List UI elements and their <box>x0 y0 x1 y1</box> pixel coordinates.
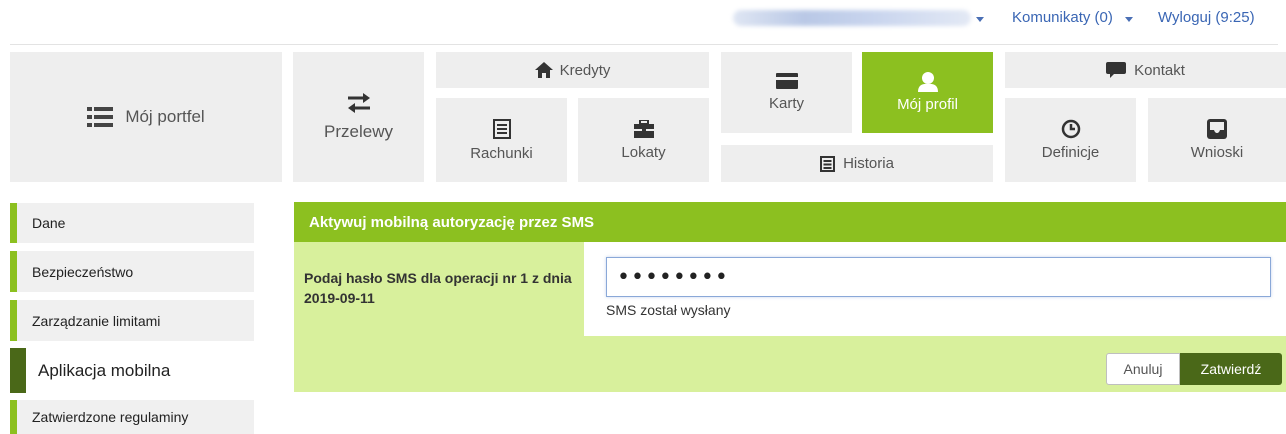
user-icon <box>917 72 938 92</box>
sms-password-label: Podaj hasło SMS dla operacji nr 1 z dnia… <box>304 270 572 306</box>
sidebar-item-label: Zarządzanie limitami <box>32 312 161 329</box>
transfer-arrows-icon <box>346 92 372 114</box>
list-icon <box>87 106 114 128</box>
logout-link[interactable]: Wyloguj (9:25) <box>1158 9 1255 26</box>
nav-definitions[interactable]: Definicje <box>1005 98 1136 182</box>
nav-credits-label: Kredyty <box>559 61 611 79</box>
user-name-blurred[interactable] <box>733 10 971 26</box>
clock-icon <box>1061 119 1081 139</box>
nav-my-portfolio[interactable]: Mój portfel <box>10 52 282 182</box>
sidebar-item-label: Zatwierdzone regulaminy <box>32 409 189 425</box>
nav-contact-label: Kontakt <box>1134 61 1185 79</box>
cancel-button[interactable]: Anuluj <box>1106 353 1180 385</box>
sidebar-item-data[interactable]: Dane <box>10 203 254 243</box>
sidebar-item-label: Aplikacja mobilna <box>38 360 171 380</box>
user-menu-chevron-icon[interactable] <box>976 17 984 22</box>
nav-definitions-label: Definicje <box>1041 144 1100 161</box>
sidebar-item-label: Bezpieczeństwo <box>32 263 134 280</box>
chat-icon <box>1106 62 1127 78</box>
nav-credits[interactable]: Kredyty <box>436 52 709 88</box>
nav-cards-label: Karty <box>768 95 804 112</box>
top-bar: Komunikaty (0) Wyloguj (9:25) <box>0 0 1286 44</box>
nav-history-label: Historia <box>843 155 894 172</box>
sms-status-text: SMS został wysłany <box>606 302 731 318</box>
card-icon <box>775 73 798 89</box>
nav-deposits-label: Lokaty <box>621 143 666 161</box>
nav-my-portfolio-label: Mój portfel <box>125 107 205 126</box>
home-icon <box>534 62 553 78</box>
nav-my-profile-label: Mój profil <box>897 96 958 113</box>
nav-my-profile[interactable]: Mój profil <box>862 52 993 133</box>
nav-applications[interactable]: Wnioski <box>1148 98 1286 182</box>
sidebar-item-label: Dane <box>32 215 66 231</box>
nav-accounts[interactable]: Rachunki <box>436 98 567 182</box>
inbox-icon <box>1207 119 1227 139</box>
document-icon <box>492 118 511 139</box>
sidebar-item-mobile-app[interactable]: Aplikacja mobilna <box>10 348 254 393</box>
sms-password-input[interactable] <box>606 257 1271 297</box>
nav-cards[interactable]: Karty <box>721 52 852 133</box>
confirm-button[interactable]: Zatwierdź <box>1180 353 1282 385</box>
briefcase-icon <box>633 119 654 138</box>
nav-contact[interactable]: Kontakt <box>1005 52 1286 88</box>
sidebar-item-limits[interactable]: Zarządzanie limitami <box>10 300 254 341</box>
panel-header: Aktywuj mobilną autoryzację przez SMS <box>294 202 1286 242</box>
nav-transfers[interactable]: Przelewy <box>293 52 424 182</box>
sidebar-item-accepted-terms[interactable]: Zatwierdzone regulaminy <box>10 400 254 434</box>
sidebar-item-security[interactable]: Bezpieczeństwo <box>10 251 254 292</box>
messages-chevron-icon[interactable] <box>1125 17 1133 22</box>
header-divider <box>10 44 1278 45</box>
nav-accounts-label: Rachunki <box>470 144 533 162</box>
nav-transfers-label: Przelewy <box>324 122 393 141</box>
nav-history[interactable]: Historia <box>721 145 993 182</box>
document-icon <box>820 155 836 172</box>
panel-title: Aktywuj mobilną autoryzację przez SMS <box>309 213 595 231</box>
nav-deposits[interactable]: Lokaty <box>578 98 709 182</box>
nav-applications-label: Wnioski <box>1190 144 1244 161</box>
messages-link[interactable]: Komunikaty (0) <box>1012 9 1113 26</box>
